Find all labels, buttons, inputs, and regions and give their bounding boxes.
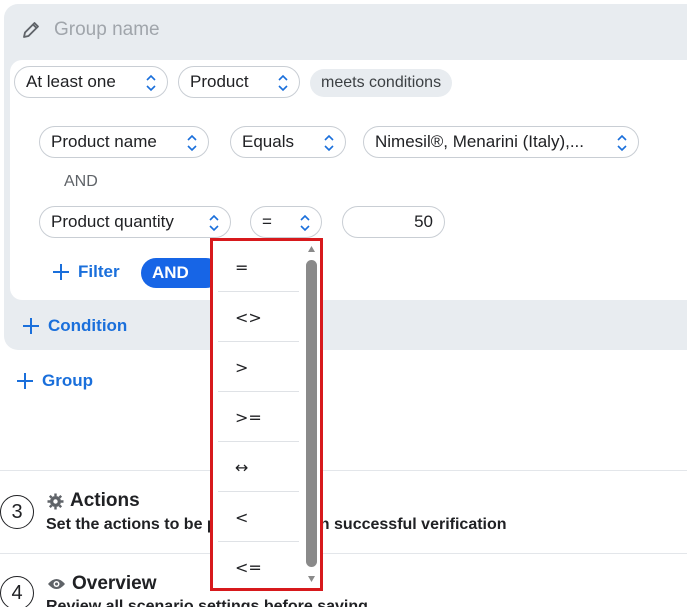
scroll-up-arrow-icon[interactable] [307, 245, 316, 253]
step-title-actions[interactable]: Actions [47, 490, 140, 512]
chevron-up-down-icon [209, 214, 219, 232]
step-number: 4 [0, 576, 34, 607]
plus-icon [23, 318, 39, 334]
operator-option-greater-equal[interactable]: >= [218, 392, 299, 442]
operator-option-less[interactable]: < [218, 492, 299, 542]
step-description: Review all scenario settings before savi… [46, 598, 368, 607]
group-panel: At least one Product meets conditions Pr… [4, 4, 687, 350]
chevron-up-down-icon [300, 214, 310, 232]
operator-select-1[interactable]: Equals [230, 126, 346, 158]
operator-option-not-equal[interactable]: <> [218, 292, 299, 342]
chevron-up-down-icon [146, 74, 156, 92]
step-title-overview[interactable]: Overview [47, 573, 157, 595]
gear-icon [47, 493, 64, 509]
chevron-up-down-icon [278, 74, 288, 92]
add-filter-button[interactable]: Filter [52, 262, 120, 282]
meets-conditions-label: meets conditions [310, 69, 453, 97]
quantifier-select[interactable]: At least one [14, 66, 168, 98]
operator-option-equals[interactable]: = [218, 242, 299, 292]
plus-icon [17, 373, 33, 389]
conditions-panel: At least one Product meets conditions Pr… [10, 60, 687, 300]
divider [0, 553, 687, 554]
eye-icon [48, 579, 65, 589]
operator-value-1: Equals [242, 132, 294, 151]
group-header [4, 4, 687, 56]
divider [0, 470, 687, 471]
add-condition-label: Condition [48, 316, 128, 335]
quantity-input[interactable] [342, 206, 445, 238]
field-select-1[interactable]: Product name [39, 126, 209, 158]
step-title-label: Actions [70, 490, 140, 511]
scroll-down-arrow-icon[interactable] [307, 575, 316, 583]
operator-option-greater[interactable]: > [218, 342, 299, 392]
add-group-button[interactable]: Group [16, 371, 93, 391]
quantifier-value: At least one [26, 72, 116, 91]
group-name-input[interactable] [54, 19, 354, 41]
entity-select[interactable]: Product [178, 66, 300, 98]
logic-operator-select[interactable]: AND [141, 258, 221, 288]
step-number: 3 [0, 495, 34, 529]
value-select-1[interactable]: Nimesil®, Menarini (Italy),... [363, 126, 639, 158]
add-group-label: Group [42, 371, 93, 390]
add-filter-label: Filter [78, 262, 120, 281]
scrollbar-thumb[interactable] [306, 260, 317, 567]
chevron-up-down-icon [324, 134, 334, 152]
field-value-1: Product name [51, 132, 157, 151]
chevron-up-down-icon [187, 134, 197, 152]
pencil-icon[interactable] [20, 19, 42, 41]
operator-value-2: = [262, 212, 272, 231]
chevron-up-down-icon [617, 134, 627, 152]
add-condition-button[interactable]: Condition [22, 316, 127, 336]
operator-select-2[interactable]: = [250, 206, 322, 238]
field-select-2[interactable]: Product quantity [39, 206, 231, 238]
logic-operator-value: AND [152, 263, 189, 282]
step-title-label: Overview [72, 573, 157, 594]
operator-option-between[interactable]: ↔ [218, 442, 299, 492]
and-joiner: AND [64, 173, 98, 190]
value-value-1: Nimesil®, Menarini (Italy),... [375, 132, 585, 151]
dropdown-scrollbar[interactable] [306, 244, 317, 585]
entity-value: Product [190, 72, 249, 91]
field-value-2: Product quantity [51, 212, 174, 231]
operator-dropdown[interactable]: = <> > >= ↔ < <= [210, 238, 323, 591]
plus-icon [53, 264, 69, 280]
operator-option-less-equal[interactable]: <= [218, 542, 299, 588]
